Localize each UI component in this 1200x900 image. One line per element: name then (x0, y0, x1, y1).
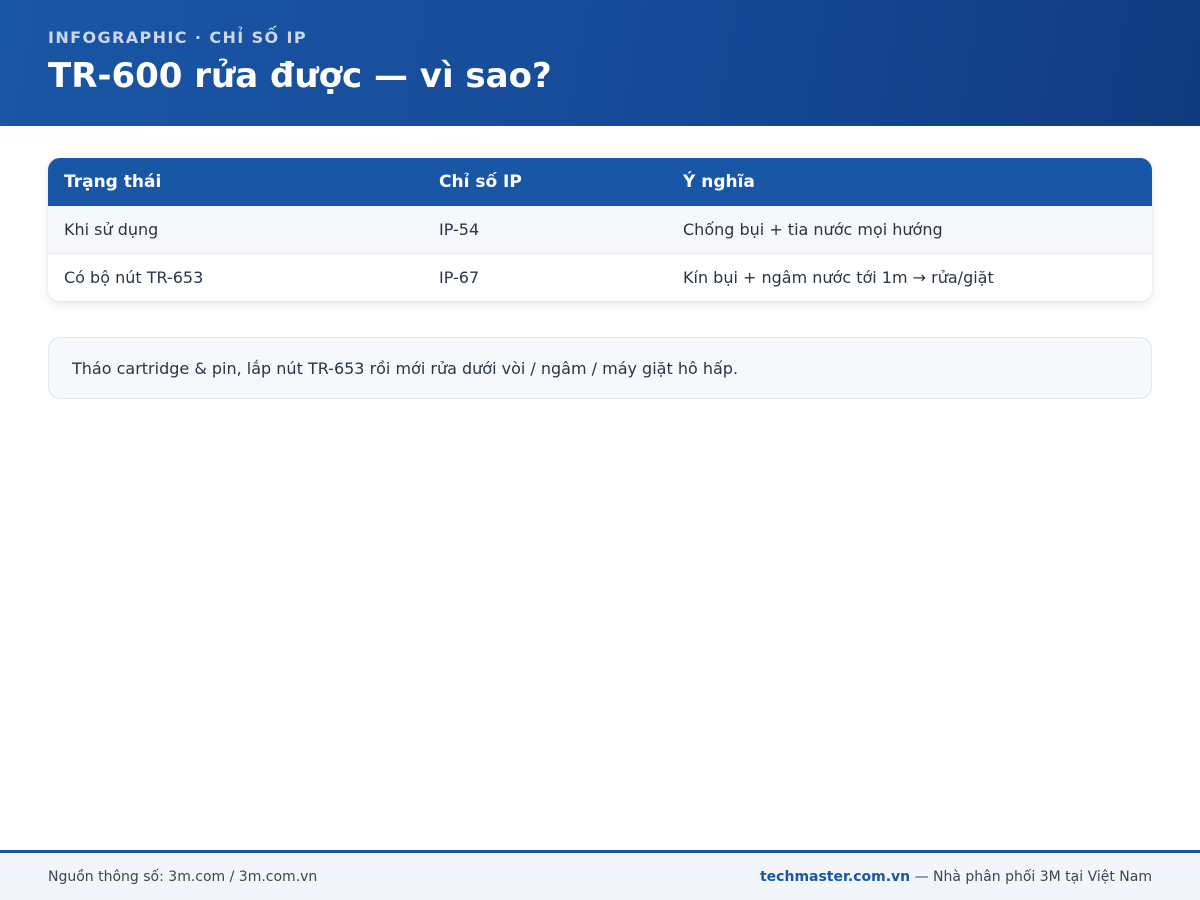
washing-note-text: Tháo cartridge & pin, lắp nút TR-653 rồi… (72, 358, 739, 378)
footer-credit: techmaster.com.vn — Nhà phân phối 3M tại… (760, 869, 1152, 885)
washing-note: Tháo cartridge & pin, lắp nút TR-653 rồi… (48, 337, 1152, 399)
column-header-ip-rating: Chỉ số IP (423, 158, 667, 206)
table-header-row: Trạng thái Chỉ số IP Ý nghĩa (48, 158, 1152, 206)
cell-ip-rating: IP-67 (423, 253, 667, 301)
page-title: TR-600 rửa được — vì sao? (48, 56, 552, 96)
footer-tagline: — Nhà phân phối 3M tại Việt Nam (910, 868, 1152, 885)
cell-status: Có bộ nút TR-653 (48, 253, 423, 301)
cell-meaning: Kín bụi + ngâm nước tới 1m → rửa/giặt (667, 253, 1152, 301)
column-header-meaning: Ý nghĩa (667, 158, 1152, 206)
footer-source: Nguồn thông số: 3m.com / 3m.com.vn (48, 868, 318, 885)
table-row: Có bộ nút TR-653 IP-67 Kín bụi + ngâm nư… (48, 253, 1152, 301)
footer: Nguồn thông số: 3m.com / 3m.com.vn techm… (0, 850, 1200, 900)
cell-meaning: Chống bụi + tia nước mọi hướng (667, 206, 1152, 254)
header-kicker: INFOGRAPHIC · CHỈ SỐ IP (48, 28, 307, 47)
cell-ip-rating: IP-54 (423, 206, 667, 254)
cell-status: Khi sử dụng (48, 206, 423, 254)
column-header-status: Trạng thái (48, 158, 423, 206)
table-row: Khi sử dụng IP-54 Chống bụi + tia nước m… (48, 206, 1152, 254)
header-banner: INFOGRAPHIC · CHỈ SỐ IP TR-600 rửa được … (0, 0, 1200, 126)
footer-site-link[interactable]: techmaster.com.vn (760, 869, 910, 885)
ip-rating-table: Trạng thái Chỉ số IP Ý nghĩa Khi sử dụng… (48, 158, 1152, 301)
